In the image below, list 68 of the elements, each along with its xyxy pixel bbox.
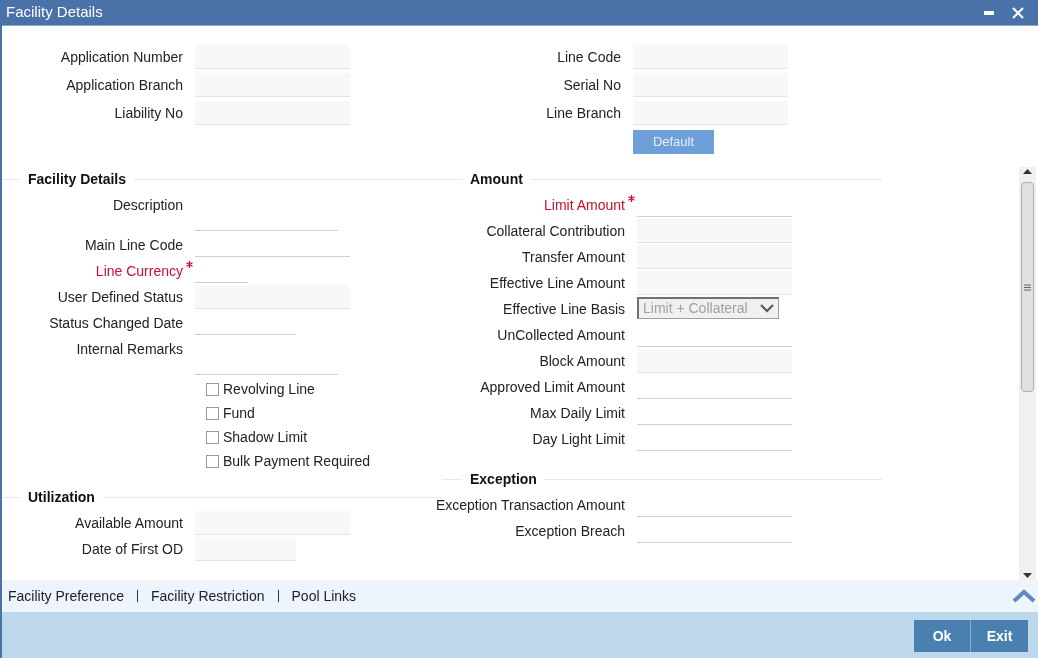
field-label: Max Daily Limit [530,404,625,423]
checkbox[interactable] [206,382,219,396]
field-label: User Defined Status [57,288,183,307]
input-field[interactable] [195,101,350,125]
field-label: Available Amount [75,514,183,533]
scroll-down-icon[interactable] [1023,573,1032,578]
section-heading: Exception [469,469,538,489]
minimize-icon[interactable] [984,10,994,15]
required-asterisk-icon [186,261,193,268]
chevron-up-icon[interactable] [1012,589,1036,603]
field-label: Approved Limit Amount [480,378,625,397]
input-field[interactable] [195,73,350,97]
field-label: Day Light Limit [532,430,625,449]
field-label: Limit Amount [544,196,625,215]
field-label: Block Amount [539,352,625,371]
required-asterisk-icon [628,195,635,202]
scrollbar-thumb[interactable] [1021,182,1034,392]
field-label: Serial No [563,76,621,95]
field-label: Application Number [60,48,183,67]
field-label: Transfer Amount [522,248,625,267]
field-label: Status Changed Date [49,314,183,333]
field-label: Effective Line Amount [489,274,625,293]
field-label: Effective Line Basis [503,300,625,319]
field-label: Liability No [114,104,183,123]
input-field[interactable] [633,45,788,69]
checkbox-label: Revolving Line [223,379,315,399]
tab-link[interactable]: Pool Links [291,585,357,607]
field-label: Main Line Code [84,236,183,255]
input-field[interactable] [195,511,350,535]
tab-link[interactable]: Facility Restriction [150,585,265,607]
input-field[interactable] [637,245,792,269]
window-title: Facility Details [6,2,103,23]
input-field[interactable] [633,101,788,125]
input-field[interactable] [637,219,792,243]
tab-link[interactable]: Facility Preference [8,585,124,607]
checkbox[interactable] [206,454,219,468]
scrollbar[interactable] [1019,167,1036,580]
section-heading: Utilization [27,487,96,507]
field-label: Collateral Contribution [486,222,625,241]
checkbox-label: Bulk Payment Required [223,451,371,471]
field-label: Application Branch [66,76,183,95]
field-label: UnCollected Amount [497,326,625,345]
checkbox-label: Fund [223,403,255,423]
footer-button[interactable]: Exit [970,620,1028,652]
input-field[interactable] [637,271,792,295]
checkbox[interactable] [206,406,219,420]
grip-icon [1024,283,1031,291]
chevron-down-icon [760,304,774,313]
field-label: Line Branch [546,104,621,123]
input-field[interactable] [633,73,788,97]
input-field[interactable] [195,285,350,309]
field-label: Exception Transaction Amount [435,496,625,515]
field-label: Exception Breach [515,522,625,541]
checkbox-label: Shadow Limit [223,427,308,447]
field-label: Line Currency [95,262,183,281]
input-field[interactable] [195,45,350,69]
section-heading: Amount [469,169,524,189]
footer-button[interactable]: Ok [914,620,970,652]
section-heading: Facility Details [27,169,128,189]
close-icon[interactable] [1012,6,1024,19]
checkbox[interactable] [206,430,219,444]
input-field[interactable] [637,349,792,373]
field-label: Date of First OD [81,540,183,559]
scroll-up-icon[interactable] [1023,169,1032,174]
input-field[interactable] [195,537,296,561]
field-label: Internal Remarks [76,340,183,359]
field-label: Description [112,196,183,215]
field-label: Line Code [557,48,621,67]
